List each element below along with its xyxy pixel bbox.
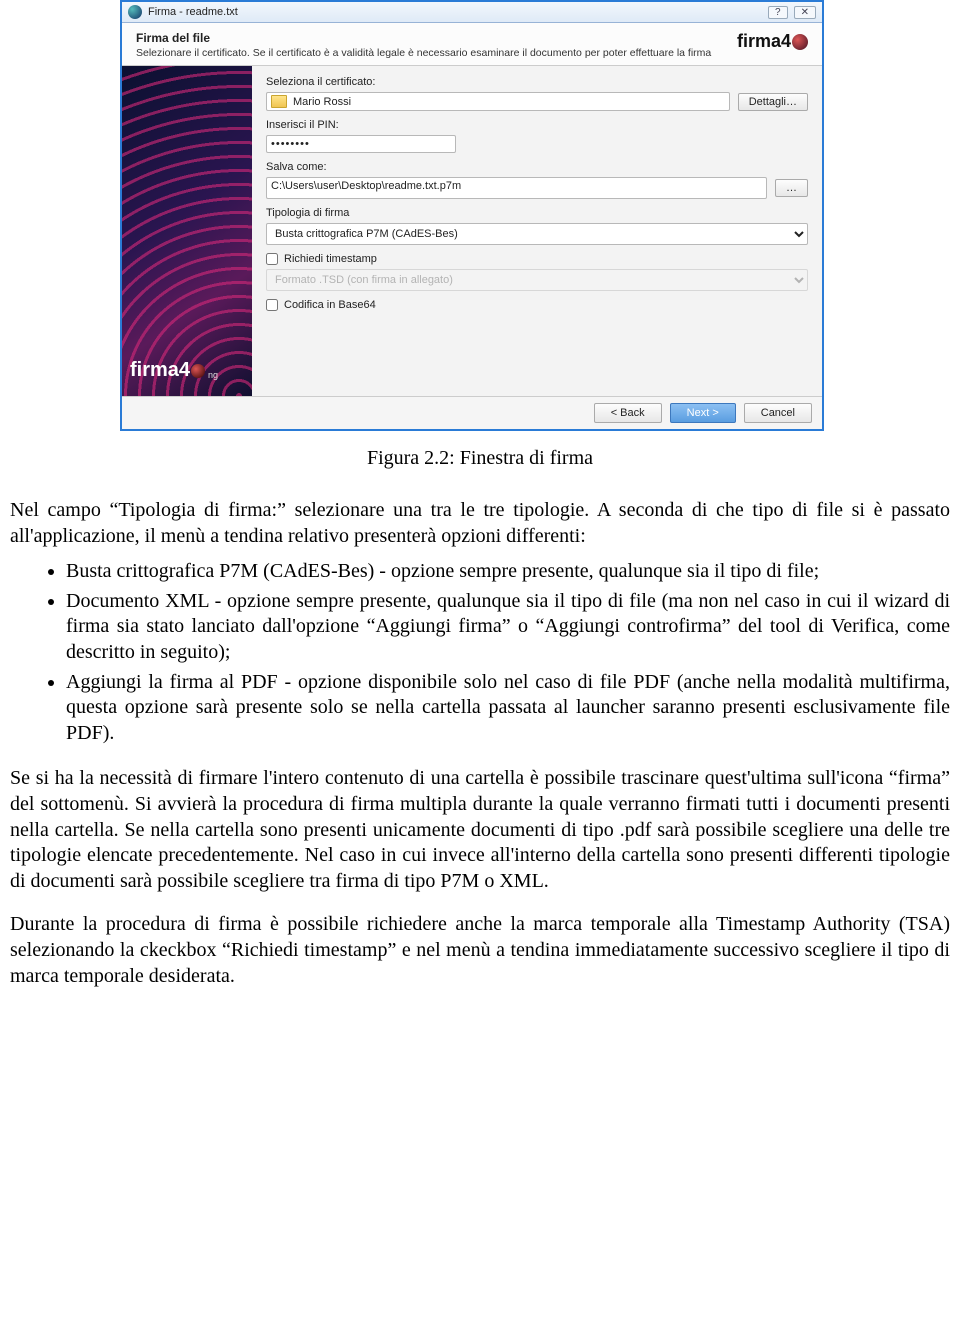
paragraph-timestamp: Durante la procedura di firma è possibil… xyxy=(10,912,950,989)
bullet-xml: Documento XML - opzione sempre presente,… xyxy=(66,589,950,666)
next-button[interactable]: Next > xyxy=(670,403,736,423)
label-salva-come: Salva come: xyxy=(266,161,808,173)
back-button[interactable]: < Back xyxy=(594,403,662,423)
cancel-button[interactable]: Cancel xyxy=(744,403,812,423)
help-button[interactable]: ? xyxy=(768,6,788,19)
label-pin: Inserisci il PIN: xyxy=(266,119,808,131)
codifica-base64-checkbox[interactable]: Codifica in Base64 xyxy=(266,299,808,311)
browse-button[interactable]: … xyxy=(775,179,808,197)
paragraph-intro: Nel campo “Tipologia di firma:” selezion… xyxy=(10,498,950,549)
richiedi-timestamp-checkbox[interactable]: Richiedi timestamp xyxy=(266,253,808,265)
pin-input[interactable]: •••••••• xyxy=(266,135,456,153)
firma4-logo: firma4 xyxy=(737,31,808,52)
tipologia-select[interactable]: Busta crittografica P7M (CAdES-Bes) xyxy=(266,223,808,245)
save-path-input[interactable]: C:\Users\user\Desktop\readme.txt.p7m xyxy=(266,177,767,199)
header-subtitle: Selezionare il certificato. Se il certif… xyxy=(136,47,727,59)
wizard-header: Firma del file Selezionare il certificat… xyxy=(122,23,822,66)
wizard-side-graphic: firma4 ng xyxy=(122,66,252,396)
bullet-p7m: Busta crittografica P7M (CAdES-Bes) - op… xyxy=(66,559,950,585)
codifica-base64-input[interactable] xyxy=(266,299,278,311)
wizard-form: Seleziona il certificato: Mario Rossi De… xyxy=(252,66,822,396)
richiedi-timestamp-input[interactable] xyxy=(266,253,278,265)
close-button[interactable]: ✕ xyxy=(794,6,816,19)
bullet-pdf: Aggiungi la firma al PDF - opzione dispo… xyxy=(66,670,950,747)
label-tipologia: Tipologia di firma xyxy=(266,207,808,219)
side-logo: firma4 ng xyxy=(130,359,218,382)
paragraph-folder: Se si ha la necessità di firmare l'inter… xyxy=(10,766,950,894)
bullet-list: Busta crittografica P7M (CAdES-Bes) - op… xyxy=(10,559,950,746)
formato-tsd-select: Formato .TSD (con firma in allegato) xyxy=(266,269,808,291)
firma-window: Firma - readme.txt ? ✕ Firma del file Se… xyxy=(120,0,824,431)
window-titlebar: Firma - readme.txt ? ✕ xyxy=(122,2,822,23)
window-title: Firma - readme.txt xyxy=(148,6,238,18)
header-title: Firma del file xyxy=(136,31,727,45)
wizard-footer: < Back Next > Cancel xyxy=(122,396,822,429)
dettagli-button[interactable]: Dettagli… xyxy=(738,93,808,111)
folder-icon xyxy=(271,95,287,108)
figure-caption: Figura 2.2: Finestra di firma xyxy=(10,447,950,470)
logo-ball-icon xyxy=(792,34,808,50)
certificate-value: Mario Rossi xyxy=(293,96,351,108)
certificate-dropdown[interactable]: Mario Rossi xyxy=(266,92,730,111)
side-logo-ball-icon xyxy=(191,364,205,378)
app-icon xyxy=(128,5,142,19)
label-certificato: Seleziona il certificato: xyxy=(266,76,808,88)
